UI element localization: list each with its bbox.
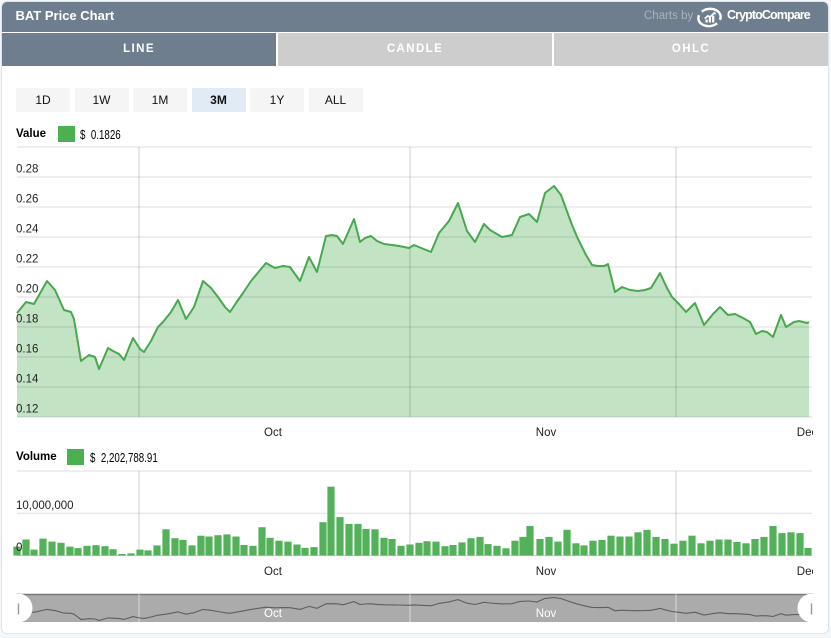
svg-text:10,000,000: 10,000,000 (16, 500, 74, 512)
svg-text:0: 0 (16, 542, 22, 554)
svg-text:0.16: 0.16 (16, 344, 38, 356)
svg-text:Nov: Nov (536, 608, 557, 620)
svg-text:0.20: 0.20 (16, 284, 38, 296)
svg-text:Nov: Nov (536, 566, 557, 578)
svg-text:0.12: 0.12 (16, 404, 38, 416)
svg-text:0.22: 0.22 (16, 254, 38, 266)
svg-text:Oct: Oct (264, 566, 283, 578)
svg-text:Oct: Oct (264, 608, 283, 620)
svg-text:Dec: Dec (797, 427, 818, 439)
svg-text:Dec: Dec (797, 566, 818, 578)
svg-text:0.28: 0.28 (16, 164, 38, 176)
svg-text:Oct: Oct (264, 427, 283, 439)
svg-text:Nov: Nov (536, 427, 557, 439)
svg-text:0.18: 0.18 (16, 314, 38, 326)
svg-text:0.14: 0.14 (16, 374, 39, 386)
svg-text:0.24: 0.24 (16, 224, 39, 236)
svg-text:0.26: 0.26 (16, 194, 38, 206)
